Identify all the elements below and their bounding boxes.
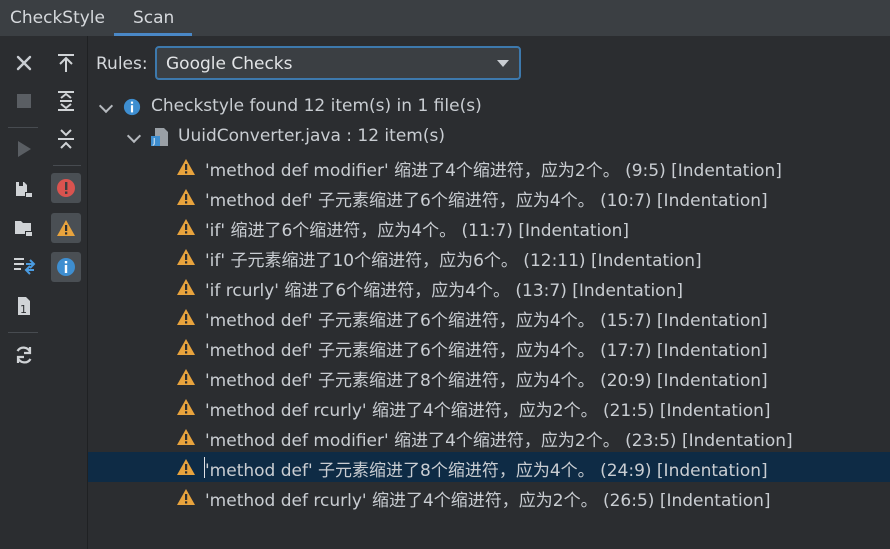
- issue-row[interactable]: 'if rcurly' 缩进了6个缩进符，应为4个。 (13:7) [Inden…: [88, 272, 890, 302]
- issue-row[interactable]: 'method def' 子元素缩进了6个缩进符，应为4个。 (10:7) [I…: [88, 182, 890, 212]
- issue-row[interactable]: 'method def' 子元素缩进了8个缩进符，应为4个。 (24:9) [I…: [88, 452, 890, 482]
- filter-errors-toggle[interactable]: [51, 173, 81, 203]
- warning-icon: [176, 158, 196, 176]
- toolbar-separator: [53, 165, 81, 166]
- expand-all-button[interactable]: [51, 86, 81, 116]
- toolbar-separator: [8, 332, 38, 333]
- warning-icon: [176, 278, 196, 296]
- tree-file-row[interactable]: J UuidConverter.java : 12 item(s): [88, 122, 890, 152]
- summary-text: Checkstyle found 12 item(s) in 1 file(s): [151, 96, 482, 116]
- scroll-to-top-button[interactable]: [51, 48, 81, 78]
- filter-info-toggle[interactable]: [51, 252, 81, 282]
- scroll-to-top-icon: [58, 54, 74, 72]
- warning-icon: [176, 248, 196, 266]
- issue-row[interactable]: 'if' 子元素缩进了10个缩进符，应为6个。 (12:11) [Indenta…: [88, 242, 890, 272]
- issue-text: 'method def modifier' 缩进了4个缩进符，应为2个。 (23…: [205, 431, 793, 451]
- warning-icon: [176, 218, 196, 236]
- issue-text: 'method def modifier' 缩进了4个缩进符，应为2个。 (9:…: [205, 161, 782, 181]
- filter-toolbar: [48, 36, 87, 549]
- run-button[interactable]: [9, 134, 39, 164]
- issue-text: 'if' 缩进了6个缩进符，应为4个。 (11:7) [Indentation]: [205, 221, 630, 241]
- rules-dropdown[interactable]: Google Checks: [155, 46, 521, 80]
- issue-text: 'method def' 子元素缩进了8个缩进符，应为4个。 (24:9) [I…: [205, 461, 768, 481]
- tab-scan[interactable]: Scan: [133, 0, 174, 36]
- chevron-down-icon[interactable]: [126, 128, 142, 144]
- issue-row[interactable]: 'method def modifier' 缩进了4个缩进符，应为2个。 (9:…: [88, 152, 890, 182]
- chevron-down-icon[interactable]: [98, 98, 114, 114]
- tree-root-row[interactable]: Checkstyle found 12 item(s) in 1 file(s): [88, 92, 890, 122]
- action-toolbar: 1: [0, 36, 48, 549]
- warning-icon: [176, 488, 196, 506]
- stop-button[interactable]: [9, 86, 39, 116]
- filter-warnings-toggle[interactable]: [51, 213, 81, 243]
- active-tab-indicator: [114, 33, 192, 36]
- warning-icon: [176, 428, 196, 446]
- warning-icon: [176, 338, 196, 356]
- rules-label: Rules:: [96, 54, 148, 74]
- issue-row[interactable]: 'method def modifier' 缩进了4个缩进符，应为2个。 (23…: [88, 422, 890, 452]
- expand-all-icon: [58, 91, 74, 111]
- tab-checkstyle[interactable]: CheckStyle: [10, 0, 105, 36]
- collapse-all-icon: [58, 129, 74, 149]
- warning-icon: [176, 398, 196, 416]
- toolbar-separator: [8, 127, 38, 128]
- issue-text: 'if rcurly' 缩进了6个缩进符，应为4个。 (13:7) [Inden…: [205, 281, 683, 301]
- close-button[interactable]: [9, 48, 39, 78]
- check-project-icon: [15, 221, 33, 237]
- run-icon: [18, 141, 31, 157]
- close-icon: [16, 55, 32, 71]
- warning-icon: [176, 308, 196, 326]
- rules-dropdown-value: Google Checks: [166, 54, 293, 74]
- tool-window-tabbar: CheckStyle Scan: [0, 0, 890, 36]
- issue-text: 'method def' 子元素缩进了6个缩进符，应为4个。 (17:7) [I…: [205, 341, 768, 361]
- issue-text: 'method def rcurly' 缩进了4个缩进符，应为2个。 (21:5…: [205, 401, 771, 421]
- check-module-icon: [16, 179, 33, 198]
- warning-icon: [176, 368, 196, 386]
- error-icon: [57, 179, 75, 197]
- check-module-button[interactable]: [9, 174, 39, 204]
- rescan-button[interactable]: [9, 340, 39, 370]
- warning-icon: [176, 458, 196, 476]
- issue-text: 'if' 子元素缩进了10个缩进符，应为6个。 (12:11) [Indenta…: [205, 251, 702, 271]
- issue-row[interactable]: 'method def rcurly' 缩进了4个缩进符，应为2个。 (26:5…: [88, 482, 890, 512]
- svg-text:J: J: [152, 137, 155, 146]
- check-changes-icon: [14, 258, 36, 275]
- file-name-text: UuidConverter.java : 12 item(s): [178, 126, 445, 146]
- info-icon: [123, 98, 141, 116]
- rescan-icon: [16, 346, 32, 364]
- chevron-down-icon: [497, 60, 509, 67]
- issue-row[interactable]: 'method def rcurly' 缩进了4个缩进符，应为2个。 (21:5…: [88, 392, 890, 422]
- stop-icon: [17, 94, 31, 108]
- issue-text: 'method def' 子元素缩进了6个缩进符，应为4个。 (10:7) [I…: [205, 191, 768, 211]
- check-changes-button[interactable]: [9, 252, 39, 282]
- info-icon: [57, 258, 75, 276]
- issue-text: 'method def' 子元素缩进了6个缩进符，应为4个。 (15:7) [I…: [205, 311, 768, 331]
- check-file-button[interactable]: 1: [9, 291, 39, 321]
- issue-row[interactable]: 'method def' 子元素缩进了6个缩进符，应为4个。 (17:7) [I…: [88, 332, 890, 362]
- svg-text:1: 1: [20, 303, 27, 316]
- issue-row[interactable]: 'method def' 子元素缩进了6个缩进符，应为4个。 (15:7) [I…: [88, 302, 890, 332]
- issue-row[interactable]: 'if' 缩进了6个缩进符，应为4个。 (11:7) [Indentation]: [88, 212, 890, 242]
- issue-row[interactable]: 'method def' 子元素缩进了8个缩进符，应为4个。 (20:9) [I…: [88, 362, 890, 392]
- check-file-icon: 1: [18, 297, 30, 316]
- results-tree: Checkstyle found 12 item(s) in 1 file(s)…: [88, 92, 890, 549]
- warning-icon: [57, 220, 75, 236]
- check-project-button[interactable]: [9, 213, 39, 243]
- java-file-icon: J: [151, 128, 168, 146]
- collapse-all-button[interactable]: [51, 124, 81, 154]
- warning-icon: [176, 188, 196, 206]
- issue-text: 'method def' 子元素缩进了8个缩进符，应为4个。 (20:9) [I…: [205, 371, 768, 391]
- issue-text: 'method def rcurly' 缩进了4个缩进符，应为2个。 (26:5…: [205, 491, 771, 511]
